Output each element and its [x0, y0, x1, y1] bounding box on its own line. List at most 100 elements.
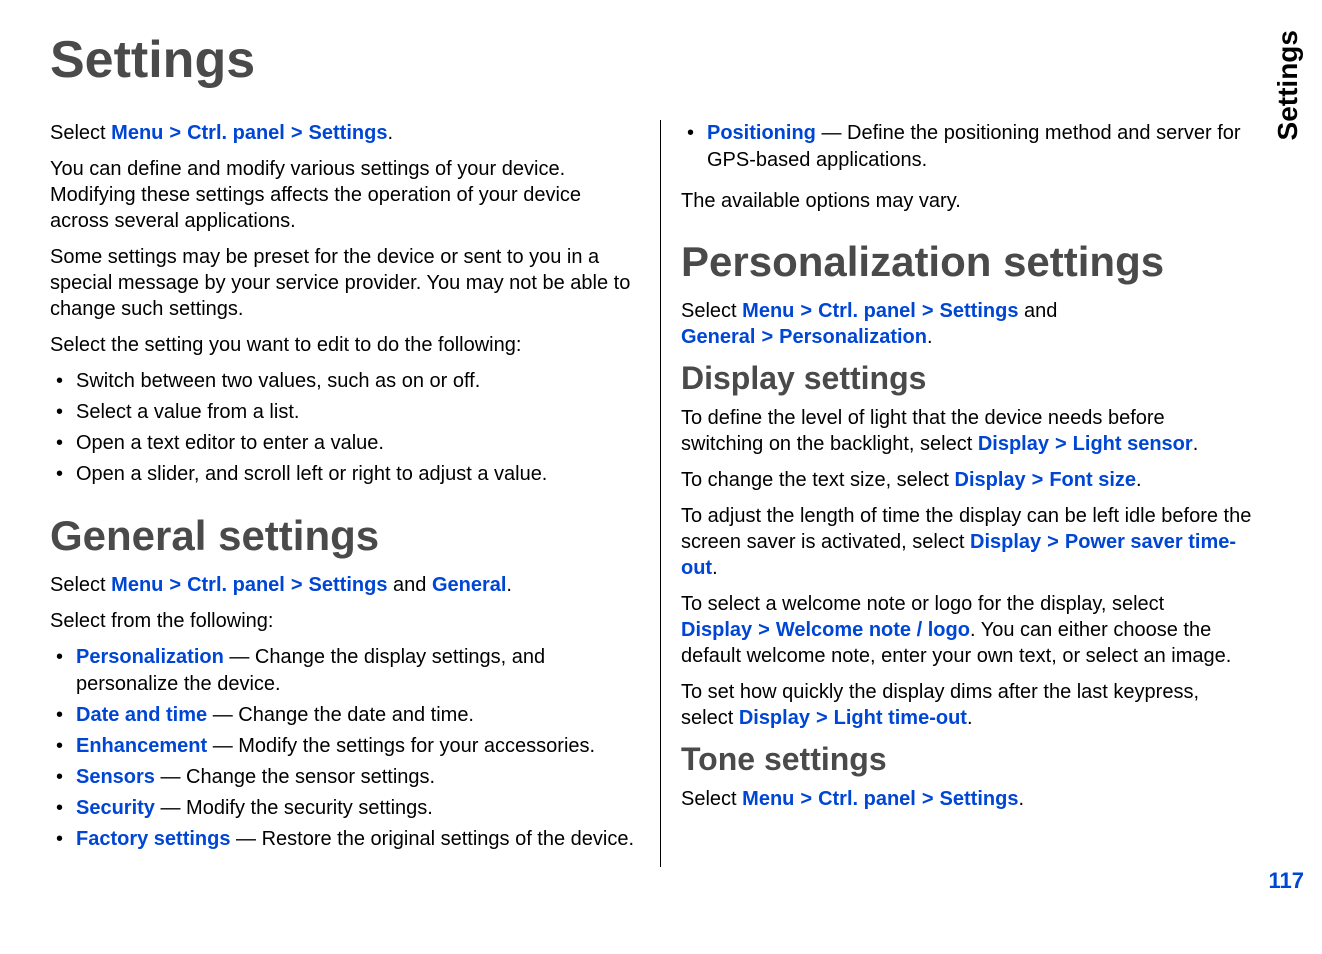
link-menu[interactable]: Menu [742, 788, 794, 810]
intro-paragraph-3: Select the setting you want to edit to d… [50, 332, 640, 358]
list-item: Security — Modify the security settings. [50, 795, 640, 822]
item-desc: — Modify the settings for your accessori… [207, 735, 595, 757]
list-item: Positioning — Define the positioning met… [681, 120, 1252, 174]
nav-separator: > [816, 707, 828, 729]
nav-path-general: Select Menu > Ctrl. panel > Settings and Gen… [50, 572, 640, 598]
nav-separator: > [169, 122, 181, 144]
side-section-label: Settings [1272, 30, 1304, 140]
intro-paragraph-2: Some settings may be preset for the devi… [50, 244, 640, 322]
period: . [927, 326, 933, 348]
general-settings-heading: General settings [50, 512, 640, 560]
nav-path-tone: Select Menu > Ctrl. panel > Settings. [681, 786, 1252, 812]
nav-separator: > [1047, 531, 1059, 553]
display-power-saver-text: To adjust the length of time the display… [681, 503, 1252, 581]
tone-settings-heading: Tone settings [681, 741, 1252, 778]
link-display[interactable]: Display [955, 469, 1026, 491]
link-display[interactable]: Display [681, 619, 752, 641]
nav-separator: > [291, 574, 303, 596]
select-from-text: Select from the following: [50, 608, 640, 634]
left-column: Select Menu > Ctrl. panel > Settings. You ca… [50, 120, 661, 867]
nav-separator: > [1055, 433, 1067, 455]
link-welcome-note-logo[interactable]: Welcome note / logo [776, 619, 970, 641]
link-menu[interactable]: Menu [742, 300, 794, 322]
intro-bullets: Switch between two values, such as on or… [50, 368, 640, 488]
link-ctrl-panel[interactable]: Ctrl. panel [818, 300, 916, 322]
display-font-size-text: To change the text size, select Display >… [681, 467, 1252, 493]
item-desc: — Modify the security settings. [155, 797, 433, 819]
link-font-size[interactable]: Font size [1049, 469, 1136, 491]
select-text: Select [50, 574, 111, 596]
intro-paragraph-1: You can define and modify various settin… [50, 156, 640, 234]
select-text: Select [50, 122, 111, 144]
body-text: To select a welcome note or logo for the… [681, 593, 1164, 615]
options-vary-text: The available options may vary. [681, 188, 1252, 214]
nav-separator: > [922, 300, 934, 322]
link-display[interactable]: Display [970, 531, 1041, 553]
display-settings-heading: Display settings [681, 360, 1252, 397]
display-light-timeout-text: To set how quickly the display dims afte… [681, 679, 1252, 731]
item-desc: — Change the sensor settings. [155, 766, 435, 788]
period: . [506, 574, 512, 596]
period: . [1193, 433, 1199, 455]
list-item: Factory settings — Restore the original … [50, 826, 640, 853]
link-security[interactable]: Security [76, 797, 155, 819]
link-menu[interactable]: Menu [111, 122, 163, 144]
page-number: 117 [1269, 868, 1305, 894]
link-settings[interactable]: Settings [309, 122, 388, 144]
nav-separator: > [922, 788, 934, 810]
link-sensors[interactable]: Sensors [76, 766, 155, 788]
body-text: To change the text size, select [681, 469, 955, 491]
item-desc: — Restore the original settings of the d… [230, 828, 634, 850]
nav-separator: > [800, 300, 812, 322]
list-item: Open a slider, and scroll left or right … [50, 461, 640, 488]
positioning-list: Positioning — Define the positioning met… [681, 120, 1252, 174]
nav-separator: > [761, 326, 773, 348]
link-positioning[interactable]: Positioning [707, 122, 816, 144]
link-enhancement[interactable]: Enhancement [76, 735, 207, 757]
link-settings[interactable]: Settings [940, 300, 1019, 322]
link-settings[interactable]: Settings [309, 574, 388, 596]
link-personalization[interactable]: Personalization [76, 646, 224, 668]
link-light-timeout[interactable]: Light time-out [834, 707, 967, 729]
display-welcome-note-text: To select a welcome note or logo for the… [681, 591, 1252, 669]
link-ctrl-panel[interactable]: Ctrl. panel [187, 122, 285, 144]
link-settings[interactable]: Settings [940, 788, 1019, 810]
display-light-sensor-text: To define the level of light that the de… [681, 405, 1252, 457]
list-item: Select a value from a list. [50, 399, 640, 426]
right-column: Positioning — Define the positioning met… [661, 120, 1272, 867]
nav-separator: > [800, 788, 812, 810]
content-columns: Select Menu > Ctrl. panel > Settings. You ca… [50, 120, 1272, 867]
list-item: Enhancement — Modify the settings for yo… [50, 733, 640, 760]
list-item: Sensors — Change the sensor settings. [50, 764, 640, 791]
period: . [387, 122, 393, 144]
nav-separator: > [1032, 469, 1044, 491]
list-item: Personalization — Change the display set… [50, 644, 640, 698]
link-ctrl-panel[interactable]: Ctrl. panel [187, 574, 285, 596]
link-general[interactable]: General [681, 326, 755, 348]
period: . [712, 557, 718, 579]
select-text: Select [681, 788, 742, 810]
period: . [967, 707, 973, 729]
select-text: Select [681, 300, 742, 322]
list-item: Date and time — Change the date and time… [50, 702, 640, 729]
list-item: Switch between two values, such as on or… [50, 368, 640, 395]
general-items-list: Personalization — Change the display set… [50, 644, 640, 853]
link-factory-settings[interactable]: Factory settings [76, 828, 230, 850]
link-ctrl-panel[interactable]: Ctrl. panel [818, 788, 916, 810]
period: . [1136, 469, 1142, 491]
period: . [1018, 788, 1024, 810]
nav-separator: > [169, 574, 181, 596]
link-date-and-time[interactable]: Date and time [76, 704, 207, 726]
link-general[interactable]: General [432, 574, 506, 596]
and-text: and [387, 574, 431, 596]
nav-separator: > [758, 619, 770, 641]
page-title: Settings [50, 30, 1272, 90]
link-menu[interactable]: Menu [111, 574, 163, 596]
link-display[interactable]: Display [739, 707, 810, 729]
link-light-sensor[interactable]: Light sensor [1073, 433, 1193, 455]
personalization-heading: Personalization settings [681, 238, 1252, 286]
link-display[interactable]: Display [978, 433, 1049, 455]
link-personalization[interactable]: Personalization [779, 326, 927, 348]
nav-path-settings: Select Menu>Ctrl. panel>Settings. [50, 120, 640, 146]
item-desc: — Change the date and time. [207, 704, 474, 726]
